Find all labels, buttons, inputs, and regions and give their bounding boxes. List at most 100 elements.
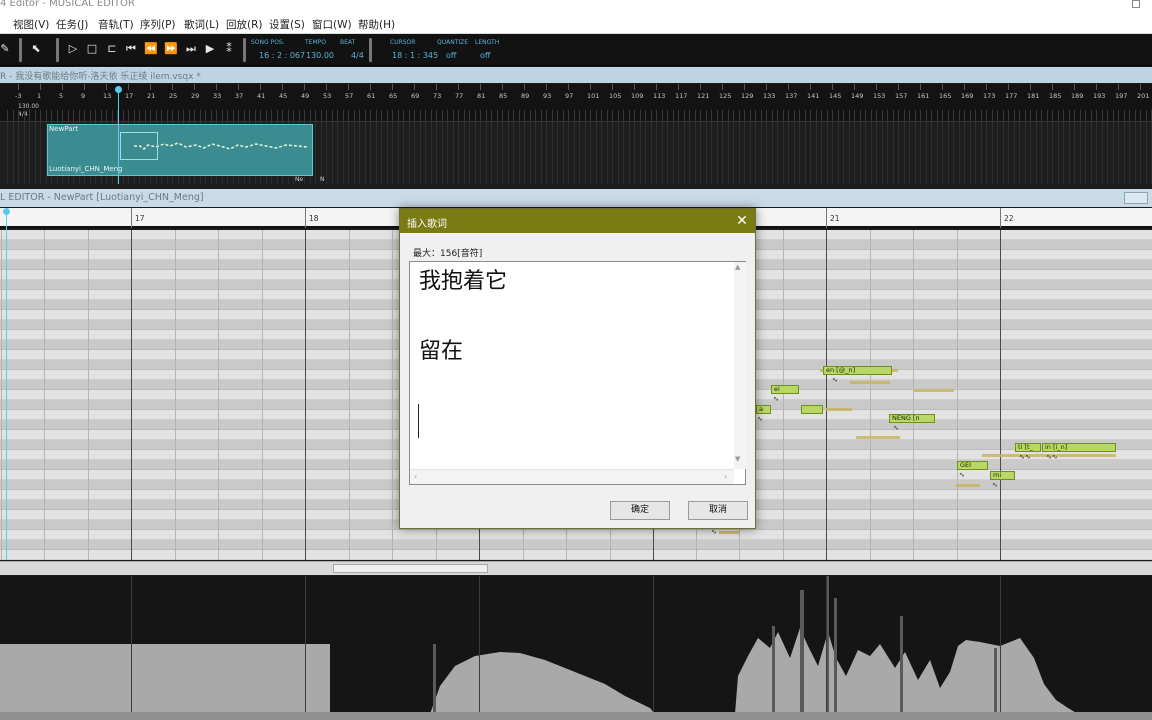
track-grid-line: [783, 122, 784, 184]
scrollbar-thumb[interactable]: [333, 564, 488, 573]
dialog-title-bar[interactable]: 插入歌词 ✕: [400, 209, 755, 233]
ok-button[interactable]: 确定: [610, 501, 670, 520]
ruler-tick: [1074, 84, 1075, 90]
note[interactable]: mi: [990, 471, 1015, 480]
note[interactable]: ti [t_: [1015, 443, 1041, 452]
track-grid-line: [640, 122, 641, 184]
textarea-vertical-scrollbar[interactable]: [734, 262, 746, 469]
ruler-minor-tick: [1113, 110, 1114, 122]
quantize-select[interactable]: off: [446, 51, 456, 60]
beat-line: [44, 230, 45, 560]
track-lane[interactable]: NewPart Luotianyi_CHN_Meng Ne N: [0, 122, 1152, 184]
track-grid-line: [343, 122, 344, 184]
track-grid-line: [1113, 122, 1114, 184]
project-file-tab[interactable]: R - 我没有歌能给你听-洛天依 乐正绫 ilem.vsqx *: [0, 67, 1152, 83]
metronome-icon[interactable]: ⁑: [221, 41, 237, 57]
length-select[interactable]: off: [480, 51, 490, 60]
arrangement-playhead[interactable]: [115, 86, 122, 184]
ruler-tick: [568, 84, 569, 90]
rewind-icon[interactable]: ⏪: [143, 41, 159, 57]
note[interactable]: NENG [n: [889, 414, 935, 423]
ruler-minor-tick: [629, 110, 630, 122]
track-grid-line: [337, 122, 338, 184]
scroll-left-icon[interactable]: ‹: [414, 472, 417, 481]
menu-view[interactable]: 视图(V): [13, 17, 49, 32]
menu-track[interactable]: 音轨(T): [98, 17, 134, 32]
song-pos-value[interactable]: 16 : 2 : 067: [259, 51, 305, 60]
ruler-measure-label: 69: [411, 92, 420, 100]
ruler-minor-tick: [1102, 110, 1103, 122]
scroll-down-icon[interactable]: ▼: [735, 455, 740, 463]
ruler-minor-tick: [711, 110, 712, 122]
track-grid-line: [486, 122, 487, 184]
go-to-start-icon[interactable]: ⏮: [123, 41, 139, 57]
track-grid-line: [348, 122, 349, 184]
auto-scroll-icon[interactable]: ▶: [202, 41, 218, 57]
arrow-tool-icon[interactable]: ⬉: [28, 41, 44, 57]
ruler-tick: [40, 84, 41, 90]
maximize-icon[interactable]: [1132, 0, 1140, 8]
pencil-tool-icon[interactable]: ✎: [0, 41, 13, 57]
stop-icon[interactable]: □: [84, 41, 100, 57]
tempo-value[interactable]: 130.00: [306, 51, 334, 60]
track-grid-line: [530, 122, 531, 184]
ruler-tick: [128, 84, 129, 90]
track-grid-line: [816, 122, 817, 184]
ruler-minor-tick: [601, 110, 602, 122]
vocal-part[interactable]: NewPart Luotianyi_CHN_Meng: [47, 124, 313, 176]
arrangement-ruler[interactable]: 130.00 4/4 -3 1 5 9 13 17 21 25 29 33 37 41 45 49 53 57…: [0, 84, 1152, 122]
menu-help[interactable]: 帮助(H): [358, 17, 395, 32]
track-grid-line: [1008, 122, 1009, 184]
track-grid-line: [997, 122, 998, 184]
minimize-editor-button[interactable]: [1124, 192, 1148, 204]
close-icon[interactable]: ✕: [734, 213, 750, 229]
ruler-tick: [524, 84, 525, 90]
track-grid-line: [409, 122, 410, 184]
textarea-horizontal-scrollbar[interactable]: [410, 469, 734, 484]
cancel-button[interactable]: 取消: [688, 501, 748, 520]
note[interactable]: en [@_n]: [823, 366, 892, 375]
track-grid-line: [865, 122, 866, 184]
menu-settings[interactable]: 设置(S): [269, 17, 305, 32]
beat-value[interactable]: 4/4: [351, 51, 364, 60]
menu-job[interactable]: 任务(J): [56, 17, 88, 32]
note[interactable]: a: [756, 405, 771, 414]
track-grid-line: [469, 122, 470, 184]
fast-forward-icon[interactable]: ⏩: [163, 41, 179, 57]
playhead-handle[interactable]: [115, 86, 122, 93]
bar-tick: [1000, 208, 1001, 228]
note[interactable]: in [i_n]: [1042, 443, 1116, 452]
menu-lyrics[interactable]: 歌词(L): [184, 17, 219, 32]
scroll-up-icon[interactable]: ▲: [735, 263, 740, 271]
playhead-handle[interactable]: [3, 208, 10, 215]
ruler-minor-tick: [469, 110, 470, 122]
ruler-measure-label: 125: [719, 92, 732, 100]
cursor-value: 18 : 1 : 345: [392, 51, 439, 60]
scroll-right-icon[interactable]: ›: [724, 472, 727, 481]
track-grid-line: [1069, 122, 1070, 184]
ruler-measure-label: 109: [631, 92, 644, 100]
beat-line: [956, 230, 958, 560]
track-grid-line: [546, 122, 547, 184]
ruler-tick: [1118, 84, 1119, 90]
ruler-measure-label: 49: [301, 92, 310, 100]
control-parameter-panel[interactable]: [0, 576, 1152, 714]
play-icon[interactable]: ▷: [65, 41, 81, 57]
ruler-minor-tick: [678, 110, 679, 122]
note[interactable]: ei: [771, 385, 799, 394]
ruler-measure-label: 33: [213, 92, 222, 100]
ruler-minor-tick: [1019, 110, 1020, 122]
editor-horizontal-scrollbar[interactable]: [0, 561, 1152, 575]
ruler-tick: [656, 84, 657, 90]
note[interactable]: [801, 405, 823, 414]
ruler-minor-tick: [497, 110, 498, 122]
menu-sequence[interactable]: 序列(P): [140, 17, 176, 32]
lyrics-textarea[interactable]: 我抱着它 留在 ▲ ▼ ‹ ›: [409, 261, 746, 485]
ruler-minor-tick: [348, 110, 349, 122]
menu-playback[interactable]: 回放(R): [226, 17, 263, 32]
editor-playhead[interactable]: [3, 208, 10, 560]
menu-window[interactable]: 窗口(W): [312, 17, 352, 32]
go-to-end-icon[interactable]: ⏭: [183, 41, 199, 57]
note[interactable]: GEI: [957, 461, 988, 470]
loop-icon[interactable]: ⊏: [104, 41, 120, 57]
